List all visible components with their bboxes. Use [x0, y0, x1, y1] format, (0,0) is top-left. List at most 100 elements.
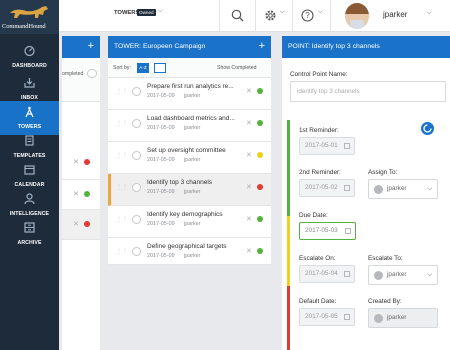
complete-checkbox[interactable] — [132, 215, 141, 224]
task-date: 2017-05-09 — [147, 189, 175, 195]
chevron-down-icon: ⌵ — [427, 10, 432, 16]
status-dot — [257, 248, 263, 254]
drag-handle-icon[interactable]: ⋮⋮ — [116, 248, 128, 255]
gear-icon — [265, 10, 276, 21]
chevron-down-icon: ⌵ — [427, 186, 432, 192]
task-row[interactable]: ⋮⋮ Define geographical targets 2017-05-09 j… — [108, 238, 271, 265]
drag-handle-icon[interactable]: ⋮⋮ — [116, 152, 128, 159]
default-date-field[interactable]: 2017-05-05 — [299, 308, 355, 326]
search-icon — [231, 9, 244, 22]
close-icon[interactable]: ✕ — [73, 190, 79, 198]
task-title: Define geographical targets — [147, 243, 227, 250]
calendar-sort-icon[interactable] — [154, 63, 166, 73]
status-bar-red — [287, 286, 290, 350]
tower-column: TOWER: Europeen Campaign + Sort by: A-Z … — [108, 36, 271, 350]
svg-text:?: ? — [305, 11, 310, 20]
status-dot — [84, 159, 90, 165]
escalate-on-field[interactable]: 2017-05-04 — [299, 265, 355, 283]
task-row[interactable]: ⋮⋮ Set up oversight committee 2017-05-09 jp… — [108, 142, 271, 174]
username: jparker — [383, 10, 408, 19]
app-logo[interactable]: CommandHound — [0, 0, 59, 34]
chevron-down-icon: ⌵ — [280, 9, 285, 15]
due-date-field[interactable]: 2017-05-03 — [299, 222, 356, 240]
task-date: 2017-05-09 — [147, 125, 175, 131]
complete-checkbox[interactable] — [132, 151, 141, 160]
reminder2-field[interactable]: 2017-05-02 — [299, 179, 355, 197]
complete-checkbox[interactable] — [132, 183, 141, 192]
parent-column-header: + — [62, 36, 100, 58]
user-menu[interactable]: jparker ⌵ — [330, 0, 450, 32]
close-icon[interactable]: ✕ — [246, 247, 252, 255]
assign-to-value: jparker — [387, 185, 407, 192]
control-point-label: Control Point Name: — [290, 71, 348, 78]
hound-logo-icon — [10, 6, 48, 18]
status-dot — [257, 120, 263, 126]
chevron-down-icon[interactable]: ⌵ — [158, 8, 163, 15]
status-dot — [257, 88, 263, 94]
list-item[interactable]: ✕ — [62, 146, 100, 180]
drag-handle-icon[interactable]: ⋮⋮ — [116, 216, 128, 223]
list-item[interactable]: ✕ — [62, 180, 100, 210]
task-row[interactable]: ⋮⋮ Load dashboard metrics and... 2017-05-0… — [108, 110, 271, 142]
drag-handle-icon[interactable]: ⋮⋮ — [116, 88, 128, 95]
escalate-on-label: Escalate On: — [299, 255, 336, 262]
drag-handle-icon[interactable]: ⋮⋮ — [116, 184, 128, 191]
task-row-selected[interactable]: ⋮⋮ Identify top 3 channels 2017-05-09 jpark… — [108, 174, 271, 206]
close-icon[interactable]: ✕ — [73, 158, 79, 166]
complete-checkbox[interactable] — [132, 87, 141, 96]
task-row[interactable]: ⋮⋮ Identify key demographics 2017-05-09 jpa… — [108, 206, 271, 238]
task-date: 2017-05-09 — [147, 253, 175, 259]
show-completed-label: ompleted — [62, 71, 84, 77]
towers-icon — [25, 106, 34, 118]
task-owner: jparker — [184, 221, 201, 227]
drag-handle-icon[interactable]: ⋮⋮ — [116, 120, 128, 127]
escalate-on-value: 2017-05-04 — [305, 270, 338, 277]
owned-badge: Owned — [137, 9, 156, 16]
add-icon[interactable]: + — [259, 36, 265, 57]
calendar-icon — [344, 314, 350, 320]
nav-dashboard[interactable]: DASHBOARD — [0, 40, 59, 76]
show-completed-toggle[interactable] — [87, 69, 97, 78]
task-owner: jparker — [184, 93, 201, 99]
point-header: POINT: Identify top 3 channels — [282, 36, 450, 58]
status-dot — [257, 184, 263, 190]
add-icon[interactable]: + — [88, 36, 94, 57]
sort-az-button[interactable]: A-Z — [137, 63, 149, 73]
avatar — [374, 314, 383, 323]
settings-button[interactable]: ⌵ — [255, 0, 292, 32]
parent-column: + ompleted ✕ ✕ ✕ — [62, 36, 100, 350]
assign-to-select[interactable]: jparker ⌵ — [368, 179, 438, 199]
reminder1-field[interactable]: 2017-05-01 — [299, 137, 355, 155]
reminder2-label: 2nd Reminder: — [299, 169, 341, 176]
close-icon[interactable]: ✕ — [246, 87, 252, 95]
help-button[interactable]: ? ⌵ — [292, 0, 330, 32]
close-icon[interactable]: ✕ — [246, 215, 252, 223]
control-point-input[interactable]: identify top 3 channels — [290, 81, 446, 102]
status-dot — [84, 221, 90, 227]
status-dot — [257, 216, 263, 222]
calendar-icon — [344, 185, 350, 191]
list-item-selected[interactable]: ✕ — [62, 210, 100, 240]
nav-label: DASHBOARD — [12, 63, 47, 69]
task-row[interactable]: ⋮⋮ Prepare first run analytics re... 2017-… — [108, 78, 271, 110]
search-button[interactable] — [219, 0, 255, 32]
close-icon[interactable]: ✕ — [73, 220, 79, 228]
task-title: Prepare first run analytics re... — [147, 83, 234, 90]
nav-archive[interactable]: ARCHIVE — [0, 217, 59, 253]
complete-checkbox[interactable] — [132, 119, 141, 128]
calendar-icon — [345, 228, 351, 234]
calendar-icon — [24, 165, 35, 175]
status-bar-yellow — [287, 216, 290, 286]
complete-checkbox[interactable] — [132, 247, 141, 256]
escalate-to-label: Escalate To: — [368, 255, 403, 262]
refresh-icon[interactable] — [421, 122, 434, 135]
due-date-value: 2017-05-03 — [305, 227, 338, 234]
task-title: Identify key demographics — [147, 211, 223, 218]
escalate-to-select[interactable]: jparker ⌵ — [368, 265, 438, 285]
close-icon[interactable]: ✕ — [246, 119, 252, 127]
close-icon[interactable]: ✕ — [246, 151, 252, 159]
point-column: POINT: Identify top 3 channels Control P… — [282, 36, 450, 350]
close-icon[interactable]: ✕ — [246, 183, 252, 191]
task-date: 2017-05-09 — [147, 157, 175, 163]
created-by-value: jparker — [387, 314, 407, 321]
